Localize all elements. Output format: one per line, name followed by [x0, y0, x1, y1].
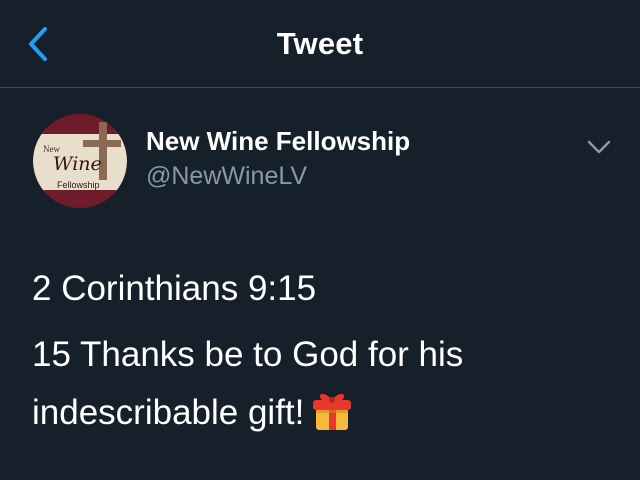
tweet: New Wine Fellowship New Wine Fellowship …	[0, 88, 640, 480]
gift-icon	[313, 393, 352, 430]
tweet-text: 2 Corinthians 9:15 15 Thanks be to God f…	[32, 260, 622, 448]
tweet-text-line: 15 Thanks be to God for his indescribabl…	[32, 326, 622, 442]
avatar-text-fellowship: Fellowship	[57, 180, 100, 190]
avatar-text-wine: Wine	[53, 153, 102, 175]
author-name[interactable]: New Wine Fellowship	[146, 126, 410, 157]
tweet-text-line: 2 Corinthians 9:15	[32, 269, 317, 308]
tweet-detail-screen: Tweet New Wine Fellowship New Wine Fello…	[0, 0, 640, 480]
avatar-logo: New Wine Fellowship	[33, 114, 127, 208]
avatar[interactable]: New Wine Fellowship	[33, 114, 127, 208]
navigation-bar: Tweet	[0, 0, 640, 88]
tweet-text-content: 15 Thanks be to God for his indescribabl…	[32, 335, 464, 432]
author-handle[interactable]: @NewWineLV	[146, 162, 307, 191]
chevron-down-icon	[587, 140, 611, 154]
more-options-button[interactable]	[584, 132, 614, 162]
page-title: Tweet	[276, 26, 364, 61]
